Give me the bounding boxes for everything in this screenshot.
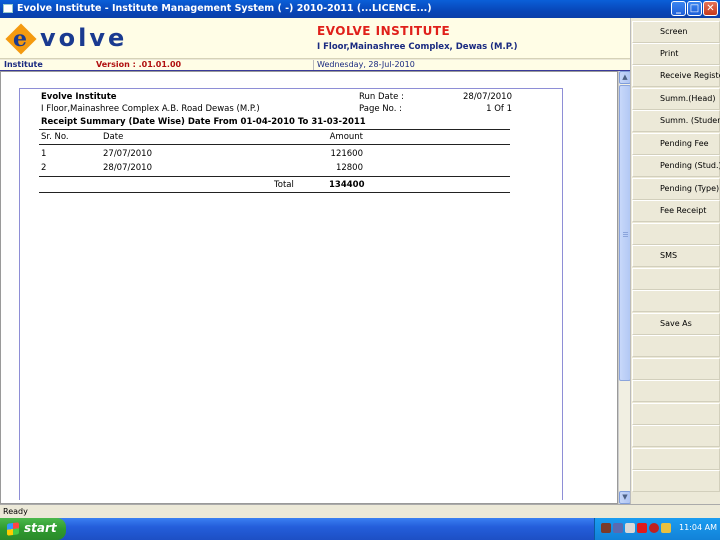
row-2-amount: 12800 (335, 163, 363, 173)
summ-student-button[interactable]: Summ. (Student) (632, 110, 720, 132)
windows-flag-icon (7, 522, 19, 536)
pending-stud-button[interactable]: Pending (Stud.) (632, 155, 720, 177)
total-bottom-rule (39, 192, 510, 193)
report-title: Receipt Summary (Date Wise) Date From 01… (41, 117, 366, 127)
receive-register-button[interactable]: Receive Register (632, 65, 720, 87)
monitor-icon[interactable] (613, 523, 623, 533)
total-top-rule (39, 176, 510, 177)
screen-button[interactable]: Screen (632, 21, 720, 43)
section-label: Institute (4, 60, 43, 69)
total-value: 134400 (329, 180, 365, 190)
system-tray: 11:04 AM (594, 518, 720, 540)
status-text: Ready (3, 507, 28, 516)
version-label: Version : .01.01.00 (96, 60, 182, 69)
blank-button-1[interactable] (632, 223, 720, 245)
antivirus-icon[interactable] (637, 523, 647, 533)
tray-misc-icon[interactable] (661, 523, 671, 533)
col-header-amount: Amount (329, 132, 363, 142)
app-icon (3, 4, 13, 13)
sms-button[interactable]: SMS (632, 245, 720, 267)
print-button[interactable]: Print (632, 43, 720, 65)
minimize-button[interactable]: _ (671, 1, 686, 16)
logo-wordmark: volve (40, 24, 128, 52)
info-bar: Institute Version : .01.01.00 Wednesday,… (0, 60, 630, 71)
report-org-address: I Floor,Mainashree Complex A.B. Road Dew… (41, 104, 260, 114)
start-button[interactable]: start (0, 518, 66, 540)
run-date-label: Run Date : (359, 92, 404, 102)
current-date: Wednesday, 28-Jul-2010 (317, 60, 415, 69)
scroll-grip-icon (623, 232, 628, 233)
row-1-date: 27/07/2010 (103, 149, 152, 159)
clock[interactable]: 11:04 AM (679, 523, 717, 532)
status-bar: Ready (0, 504, 720, 518)
col-header-date: Date (103, 132, 124, 142)
logo-mark: e (5, 23, 37, 55)
start-label: start (24, 521, 57, 535)
report-page: Evolve Institute I Floor,Mainashree Comp… (19, 88, 563, 500)
taskbar: start 11:04 AM (0, 518, 720, 540)
title-rule (39, 129, 510, 130)
security-icon[interactable] (649, 523, 659, 533)
header-rule (39, 144, 510, 145)
blank-button-10[interactable] (632, 470, 720, 492)
blank-button-4[interactable] (632, 335, 720, 357)
summ-head-button[interactable]: Summ.(Head) (632, 88, 720, 110)
fee-receipt-button[interactable]: Fee Receipt (632, 200, 720, 222)
vertical-scrollbar[interactable]: ▲ ▼ (618, 71, 631, 504)
evolve-logo: e volve (5, 22, 136, 56)
network-icon[interactable] (601, 523, 611, 533)
row-1-amount: 121600 (330, 149, 363, 159)
institute-address: I Floor,Mainashree Complex, Dewas (M.P.) (317, 42, 518, 52)
logo-letter-e: e (13, 26, 27, 52)
institute-name: EVOLVE INSTITUTE (317, 24, 451, 38)
blank-button-7[interactable] (632, 403, 720, 425)
blank-button-8[interactable] (632, 425, 720, 447)
title-bar[interactable]: Evolve Institute - Institute Management … (0, 0, 720, 18)
page-no-label: Page No. : (359, 104, 402, 114)
report-org-name: Evolve Institute (41, 92, 117, 102)
speaker-icon[interactable] (625, 523, 635, 533)
close-button[interactable]: ✕ (703, 1, 718, 16)
row-2-date: 28/07/2010 (103, 163, 152, 173)
pending-fee-button[interactable]: Pending Fee (632, 133, 720, 155)
report-viewport[interactable]: Evolve Institute I Floor,Mainashree Comp… (0, 71, 618, 504)
blank-button-9[interactable] (632, 448, 720, 470)
run-date-value: 28/07/2010 (463, 92, 512, 102)
maximize-button[interactable]: □ (687, 1, 702, 16)
window-title: Evolve Institute - Institute Management … (17, 3, 432, 14)
row-1-sr: 1 (41, 149, 47, 159)
info-separator (313, 60, 314, 70)
col-header-sr-no: Sr. No. (41, 132, 69, 142)
save-as-button[interactable]: Save As (632, 313, 720, 335)
blank-button-6[interactable] (632, 380, 720, 402)
blank-button-3[interactable] (632, 290, 720, 312)
blank-button-5[interactable] (632, 358, 720, 380)
row-2-sr: 2 (41, 163, 47, 173)
report-toolbar: Screen Print Receive Register Summ.(Head… (630, 18, 720, 504)
pending-type-button[interactable]: Pending (Type) (632, 178, 720, 200)
total-label: Total (274, 180, 294, 190)
blank-button-2[interactable] (632, 268, 720, 290)
page-no-value: 1 Of 1 (486, 104, 512, 114)
